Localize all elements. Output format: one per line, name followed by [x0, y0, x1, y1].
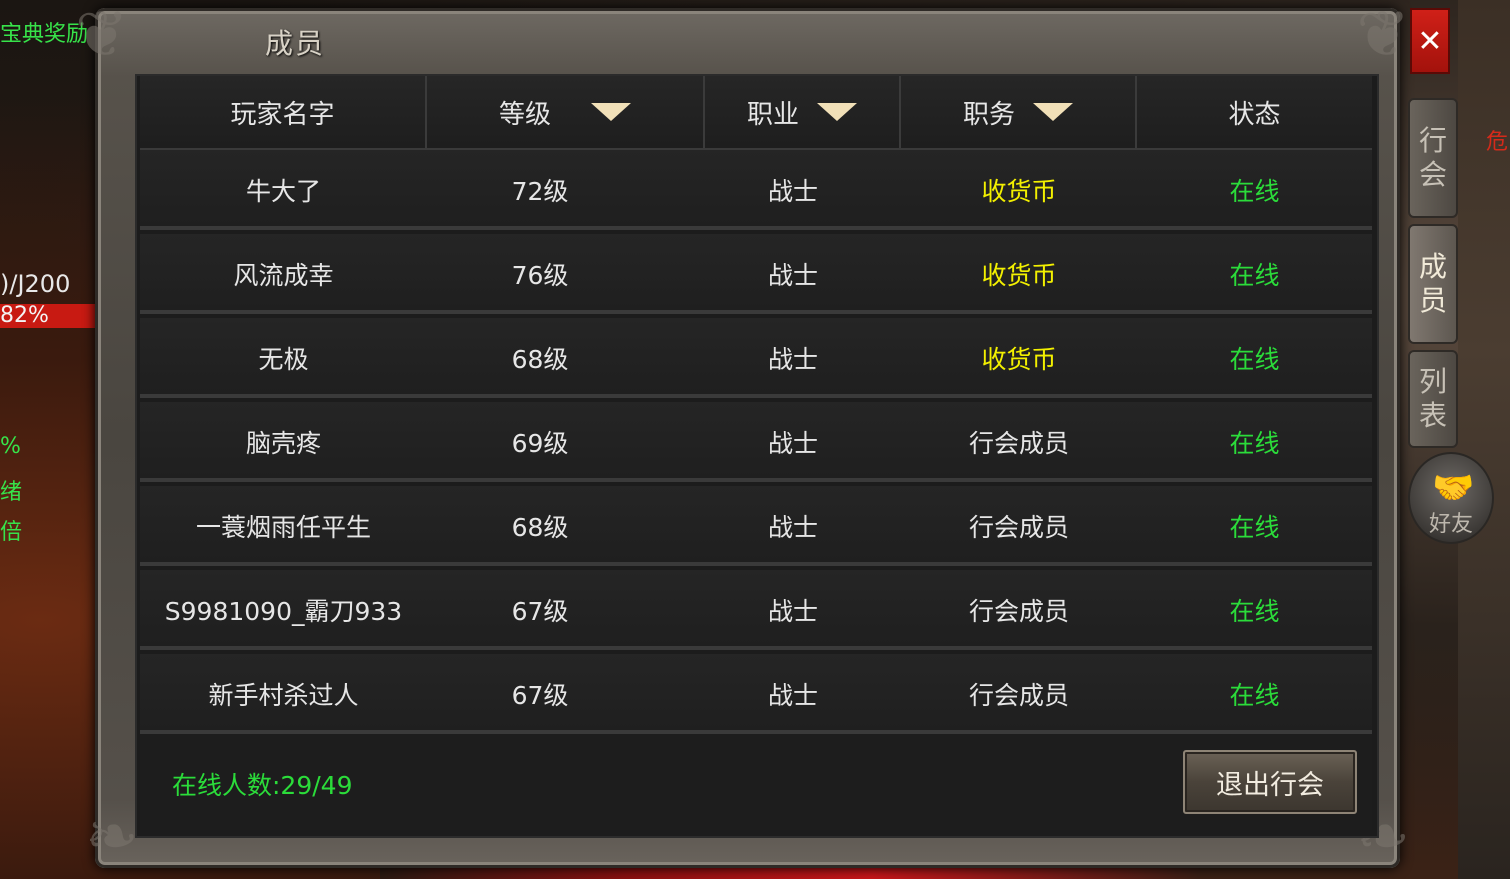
game-scene: 宝典奖励 )/J200 82% % 绪 倍 ❦ ❦ ❧ ❧ 成员 玩家名字 等级 — [0, 0, 1510, 879]
table-row[interactable]: 无极 68级 战士 收货币 在线 — [140, 318, 1372, 398]
cell-position: 收货币 — [981, 177, 1057, 206]
online-count: 在线人数:29/49 — [172, 771, 353, 800]
cell-status: 在线 — [1229, 429, 1280, 458]
table-row[interactable]: S9981090_霸刀933 67级 战士 行会成员 在线 — [140, 570, 1372, 650]
hud-exp-text: )/J200 — [0, 270, 71, 298]
cell-name: S9981090_霸刀933 — [164, 597, 403, 626]
cell-level: 67级 — [511, 681, 569, 710]
friends-button[interactable]: 🤝 好友 — [1408, 452, 1494, 544]
table-row[interactable]: 脑壳疼 69级 战士 行会成员 在线 — [140, 402, 1372, 482]
cell-level: 68级 — [511, 513, 569, 542]
cell-status: 在线 — [1229, 345, 1280, 374]
table-row[interactable]: 一蓑烟雨任平生 68级 战士 行会成员 在线 — [140, 486, 1372, 566]
cell-position: 行会成员 — [968, 597, 1069, 626]
close-icon: ✕ — [1417, 23, 1443, 59]
hud-left: 宝典奖励 )/J200 82% % 绪 倍 — [0, 0, 105, 879]
members-table: 玩家名字 等级 职业 职务 状态 牛大了 72级 战士 收货币 在线 风流成幸 … — [135, 74, 1379, 838]
sort-triangle-icon — [1033, 103, 1073, 121]
table-row[interactable]: 牛大了 72级 战士 收货币 在线 — [140, 150, 1372, 230]
hud-stat-2: 绪 — [0, 480, 23, 505]
cell-status: 在线 — [1229, 513, 1280, 542]
leave-guild-button[interactable]: 退出行会 — [1183, 750, 1357, 814]
tab-guild[interactable]: 行 会 — [1408, 98, 1458, 218]
cell-name: 风流成幸 — [233, 261, 334, 290]
cell-position: 收货币 — [981, 261, 1057, 290]
panel-title: 成员 — [265, 27, 326, 60]
guild-members-panel: ❦ ❦ ❧ ❧ 成员 玩家名字 等级 职业 职务 状态 牛大了 72级 战士 收… — [75, 0, 1410, 874]
cell-name: 牛大了 — [245, 177, 321, 206]
cell-status: 在线 — [1229, 177, 1280, 206]
tab-list[interactable]: 列 表 — [1408, 350, 1458, 448]
cell-name: 无极 — [258, 345, 309, 374]
cell-job: 战士 — [767, 345, 818, 374]
cell-level: 69级 — [511, 429, 569, 458]
cell-position: 行会成员 — [968, 513, 1069, 542]
cell-position: 行会成员 — [968, 429, 1069, 458]
hud-hp-bar: 82% — [0, 304, 100, 328]
close-button[interactable]: ✕ — [1410, 8, 1450, 74]
header-player-name: 玩家名字 — [140, 76, 427, 148]
cell-name: 一蓑烟雨任平生 — [195, 513, 371, 542]
cell-position: 行会成员 — [968, 681, 1069, 710]
table-row[interactable]: 风流成幸 76级 战士 收货币 在线 — [140, 234, 1372, 314]
table-header: 玩家名字 等级 职业 职务 状态 — [140, 76, 1372, 150]
cell-job: 战士 — [767, 261, 818, 290]
header-level-sort[interactable]: 等级 — [427, 76, 705, 148]
cell-level: 76级 — [511, 261, 569, 290]
dragon-ornament-icon: ❦ — [1356, 0, 1410, 72]
hud-stat-1: % — [0, 434, 21, 459]
cell-status: 在线 — [1229, 261, 1280, 290]
header-position-sort[interactable]: 职务 — [901, 76, 1137, 148]
cell-level: 68级 — [511, 345, 569, 374]
hud-hp-percent: 82% — [0, 303, 49, 328]
header-status: 状态 — [1228, 99, 1281, 130]
danger-text: 危 — [1486, 130, 1509, 155]
table-row[interactable]: 新手村杀过人 67级 战士 行会成员 在线 — [140, 654, 1372, 734]
cell-status: 在线 — [1229, 681, 1280, 710]
cell-job: 战士 — [767, 681, 818, 710]
sort-triangle-icon — [817, 103, 857, 121]
cell-job: 战士 — [767, 177, 818, 206]
header-job-sort[interactable]: 职业 — [705, 76, 901, 148]
cell-name: 新手村杀过人 — [208, 681, 359, 710]
cell-job: 战士 — [767, 429, 818, 458]
cell-status: 在线 — [1229, 597, 1280, 626]
cell-level: 67级 — [511, 597, 569, 626]
sort-triangle-icon — [591, 103, 631, 121]
corner-ornament-icon: ❧ — [85, 800, 139, 874]
handshake-icon: 🤝 — [1432, 468, 1475, 508]
tab-members[interactable]: 成 员 — [1408, 224, 1458, 344]
cell-name: 脑壳疼 — [245, 429, 321, 458]
dragon-ornament-icon: ❦ — [75, 0, 129, 72]
cell-job: 战士 — [767, 597, 818, 626]
cell-job: 战士 — [767, 513, 818, 542]
table-footer: 在线人数:29/49 退出行会 — [140, 734, 1372, 830]
cell-level: 72级 — [511, 177, 569, 206]
cell-position: 收货币 — [981, 345, 1057, 374]
hud-stat-3: 倍 — [0, 520, 23, 545]
